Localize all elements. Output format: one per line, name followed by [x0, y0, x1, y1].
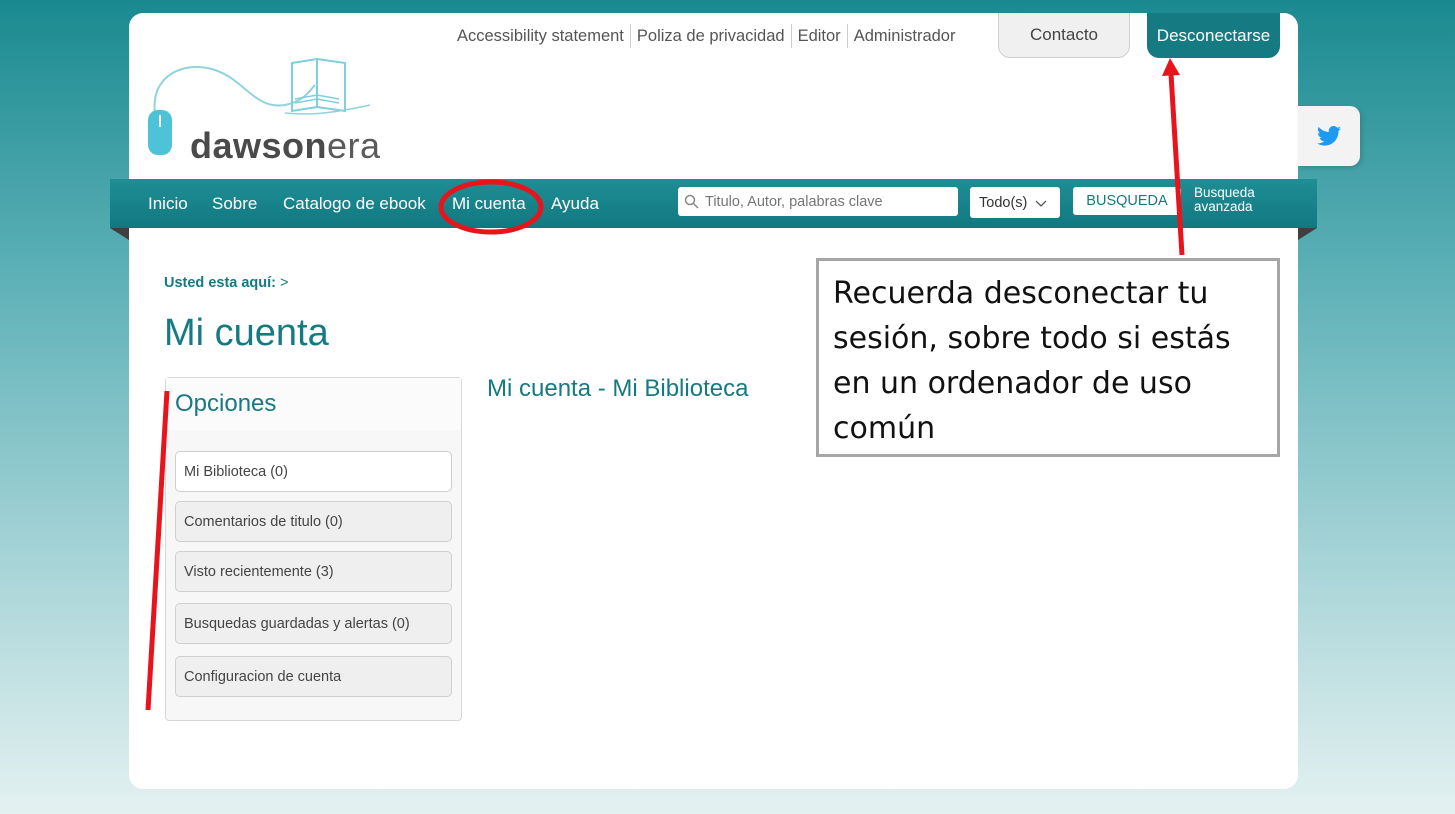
annotation-overlay — [145, 58, 1185, 711]
annotation-arrow-line — [1168, 73, 1185, 256]
annotation-sidebar-line — [145, 390, 170, 711]
annotation-circle-mi-cuenta — [438, 179, 544, 235]
annotation-arrow-head — [1162, 58, 1180, 76]
